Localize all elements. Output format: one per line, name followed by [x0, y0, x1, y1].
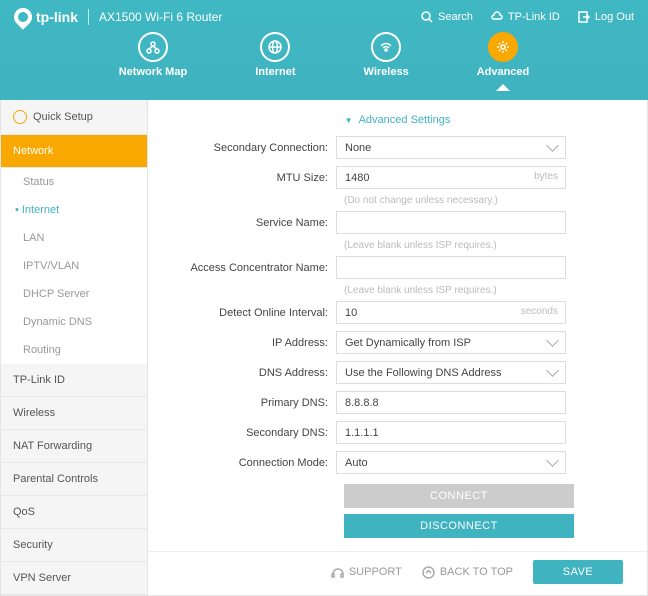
connect-button: CONNECT — [344, 484, 574, 508]
conn-mode-select[interactable]: Auto — [336, 451, 566, 474]
sidebar-security[interactable]: Security — [1, 529, 147, 562]
sidebar-sub-lan[interactable]: LAN — [1, 224, 147, 252]
sidebar-parental[interactable]: Parental Controls — [1, 463, 147, 496]
tplink-id-link[interactable]: TP-Link ID — [491, 11, 560, 23]
logout-link[interactable]: Log Out — [578, 11, 634, 23]
brand-text: tp-link — [36, 9, 78, 25]
sidebar-sub-ddns[interactable]: Dynamic DNS — [1, 308, 147, 336]
secondary-conn-select[interactable]: None — [336, 136, 566, 159]
sidebar-sub-status[interactable]: Status — [1, 168, 147, 196]
gear-icon — [496, 40, 510, 54]
mtu-hint: (Do not change unless necessary.) — [176, 193, 619, 206]
secondary-dns-label: Secondary DNS: — [176, 427, 336, 439]
sidebar-network[interactable]: Network — [1, 135, 147, 168]
brand-logo: tp-link — [14, 8, 78, 26]
ac-name-label: Access Concentrator Name: — [176, 262, 336, 274]
mtu-input[interactable] — [336, 166, 566, 189]
service-hint: (Leave blank unless ISP requires.) — [176, 238, 619, 251]
support-link[interactable]: SUPPORT — [331, 566, 402, 579]
logout-label: Log Out — [595, 11, 634, 23]
ip-addr-label: IP Address: — [176, 337, 336, 349]
sidebar-sub-internet[interactable]: Internet — [1, 196, 147, 224]
back-to-top-link[interactable]: BACK TO TOP — [422, 566, 513, 579]
network-map-icon — [146, 40, 160, 54]
logo-icon — [10, 4, 35, 29]
footer: SUPPORT BACK TO TOP SAVE — [148, 551, 647, 592]
secondary-dns-input[interactable] — [336, 421, 566, 444]
sidebar-sub-iptv[interactable]: IPTV/VLAN — [1, 252, 147, 280]
nav-wireless-label: Wireless — [364, 66, 409, 78]
divider — [88, 9, 89, 25]
tplink-id-label: TP-Link ID — [508, 11, 560, 23]
service-input[interactable] — [336, 211, 566, 234]
sidebar-sub-dhcp[interactable]: DHCP Server — [1, 280, 147, 308]
advanced-settings-toggle[interactable]: Advanced Settings — [148, 108, 647, 132]
search-icon — [421, 11, 433, 23]
nav-network-map-label: Network Map — [119, 66, 187, 78]
service-label: Service Name: — [176, 217, 336, 229]
disconnect-button[interactable]: DISCONNECT — [344, 514, 574, 538]
search-link[interactable]: Search — [421, 11, 473, 23]
sidebar-wireless[interactable]: Wireless — [1, 397, 147, 430]
nav-advanced[interactable]: Advanced — [477, 32, 530, 78]
conn-mode-label: Connection Mode: — [176, 457, 336, 469]
content-panel: Advanced Settings Secondary Connection: … — [148, 100, 648, 596]
save-button[interactable]: SAVE — [533, 560, 623, 584]
secondary-conn-label: Secondary Connection: — [176, 142, 336, 154]
headset-icon — [331, 566, 344, 579]
sidebar-quick-setup[interactable]: Quick Setup — [1, 100, 147, 135]
nav-internet[interactable]: Internet — [255, 32, 295, 78]
primary-dns-input[interactable] — [336, 391, 566, 414]
mtu-unit: bytes — [534, 171, 558, 182]
wifi-icon — [379, 40, 393, 54]
primary-dns-label: Primary DNS: — [176, 397, 336, 409]
sidebar-sub-routing[interactable]: Routing — [1, 336, 147, 364]
dns-addr-select[interactable]: Use the Following DNS Address — [336, 361, 566, 384]
model-name: AX1500 Wi-Fi 6 Router — [99, 10, 222, 24]
globe-icon — [268, 40, 282, 54]
cloud-icon — [491, 11, 503, 23]
sidebar: Quick Setup Network Status Internet LAN … — [0, 100, 148, 596]
sidebar-vpn[interactable]: VPN Server — [1, 562, 147, 595]
detect-unit: seconds — [521, 306, 558, 317]
detect-label: Detect Online Interval: — [176, 307, 336, 319]
sidebar-qos[interactable]: QoS — [1, 496, 147, 529]
ac-name-hint: (Leave blank unless ISP requires.) — [176, 283, 619, 296]
nav-wireless[interactable]: Wireless — [364, 32, 409, 78]
header: tp-link AX1500 Wi-Fi 6 Router Search TP-… — [0, 0, 648, 100]
ac-name-input[interactable] — [336, 256, 566, 279]
nav-advanced-label: Advanced — [477, 66, 530, 78]
arrow-up-icon — [422, 566, 435, 579]
nav-internet-label: Internet — [255, 66, 295, 78]
sidebar-tplink-id[interactable]: TP-Link ID — [1, 364, 147, 397]
logout-icon — [578, 11, 590, 23]
nav-network-map[interactable]: Network Map — [119, 32, 187, 78]
dns-addr-label: DNS Address: — [176, 367, 336, 379]
search-label: Search — [438, 11, 473, 23]
mtu-label: MTU Size: — [176, 172, 336, 184]
ip-addr-select[interactable]: Get Dynamically from ISP — [336, 331, 566, 354]
sidebar-nat[interactable]: NAT Forwarding — [1, 430, 147, 463]
